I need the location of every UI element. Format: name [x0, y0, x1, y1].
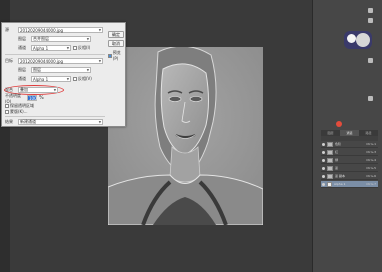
sticker-badge [356, 33, 370, 47]
panel-icon[interactable] [368, 18, 373, 23]
channel-thumbnail [327, 141, 333, 147]
apply-image-dialog[interactable]: 源 20120209044000.jpg ▼ 图层 合并图层 ▼ 通道 Alph… [1, 22, 126, 127]
sticker-face [347, 34, 356, 43]
channel-shortcut: Ctrl+3 [366, 150, 376, 154]
eye-icon[interactable] [322, 142, 325, 146]
layer2-row: 图层 图层 ▼ [18, 67, 91, 73]
channel2-row: 通道 Alpha 1 ▼ 反相(V) [18, 76, 92, 82]
eye-icon[interactable] [322, 150, 325, 154]
channel1-row: 通道 Alpha 1 ▼ 反相(I) [18, 45, 90, 51]
opacity-unit: % [39, 95, 44, 101]
ok-button[interactable]: 确定 [108, 31, 124, 38]
channel1-value: Alpha 1 [33, 45, 49, 51]
checkbox-box [5, 110, 9, 114]
target-select[interactable]: 20120209044000.jpg ▼ [18, 58, 103, 64]
channel-thumbnail [327, 149, 333, 155]
checkbox-box [5, 104, 9, 108]
chevron-down-icon: ▼ [86, 68, 89, 72]
panel-icon[interactable] [368, 58, 373, 63]
channel-row[interactable]: 红 Ctrl+3 [321, 149, 378, 156]
channel-row[interactable]: Alpha 1 Ctrl+7 [321, 181, 378, 188]
channel-shortcut: Ctrl+1 [366, 142, 376, 146]
record-icon [336, 121, 342, 127]
invert2-checkbox[interactable]: 反相(V) [73, 76, 92, 82]
chevron-down-icon: ▼ [66, 77, 69, 81]
opacity-input[interactable]: 100 [27, 95, 37, 101]
divider [5, 54, 105, 55]
invert2-label: 反相(V) [78, 76, 92, 81]
layer1-label: 图层 [18, 36, 26, 41]
result-select[interactable]: 新建通道 ▼ [18, 119, 103, 125]
channel-thumbnail [327, 165, 333, 171]
target-value: 20120209044000.jpg [20, 58, 64, 64]
channel-shortcut: Ctrl+7 [366, 182, 376, 186]
eye-icon[interactable] [322, 182, 325, 186]
target-label: 目标 [5, 58, 13, 63]
mask-label: 蒙版(K)... [10, 109, 28, 114]
panel-icon[interactable] [368, 96, 373, 101]
channel-name: 色阶 [335, 142, 342, 146]
portrait-image [108, 47, 263, 225]
result-row: 结果 新建通道 ▼ [5, 119, 103, 125]
layer2-select[interactable]: 图层 ▼ [31, 67, 91, 73]
channel-shortcut: Ctrl+4 [366, 158, 376, 162]
channel-name: 绿 [335, 158, 339, 162]
opacity-row: 不透明度(O) 100 % [5, 92, 44, 104]
invert1-checkbox[interactable]: 反相(I) [73, 45, 90, 51]
channel-thumbnail [327, 173, 333, 179]
chevron-down-icon: ▼ [66, 46, 69, 50]
chevron-down-icon: ▼ [98, 120, 101, 124]
eye-icon[interactable] [322, 174, 325, 178]
preview-label: 预览(P) [112, 50, 121, 61]
checkbox-box [73, 77, 77, 81]
channel-name: 红 [335, 150, 339, 154]
layer2-label: 图层 [18, 67, 26, 72]
chevron-down-icon: ▼ [53, 88, 56, 92]
checkbox-box [73, 46, 77, 50]
channel-shortcut: Ctrl+5 [366, 166, 376, 170]
result-label: 结果 [5, 119, 13, 124]
channel-shortcut: Ctrl+6 [366, 174, 376, 178]
chevron-down-icon: ▼ [86, 37, 89, 41]
target-row: 目标 20120209044000.jpg ▼ [5, 58, 103, 64]
source-select[interactable]: 20120209044000.jpg ▼ [18, 27, 103, 33]
panel-icon[interactable] [368, 8, 373, 13]
layer1-select[interactable]: 合并图层 ▼ [31, 36, 91, 42]
channel-thumbnail [327, 157, 333, 163]
mask-row: 蒙版(K)... [5, 109, 28, 115]
cancel-button[interactable]: 取消 [108, 40, 124, 47]
eye-icon[interactable] [322, 166, 325, 170]
channel2-select[interactable]: Alpha 1 ▼ [31, 76, 71, 82]
checkbox-box [108, 53, 112, 58]
mask-checkbox[interactable]: 蒙版(K)... [5, 109, 28, 115]
source-label: 源 [5, 27, 9, 32]
source-row: 源 20120209044000.jpg ▼ [5, 27, 103, 33]
channel-name: 蓝 副本 [335, 174, 345, 178]
invert1-label: 反相(I) [78, 45, 91, 50]
layer1-row: 图层 合并图层 ▼ [18, 36, 91, 42]
chevron-down-icon: ▼ [98, 59, 101, 63]
eye-icon[interactable] [322, 158, 325, 162]
channel1-select[interactable]: Alpha 1 ▼ [31, 45, 71, 51]
channel-name: Alpha 1 [334, 182, 346, 186]
channel2-value: Alpha 1 [33, 76, 49, 82]
chevron-down-icon: ▼ [98, 28, 101, 32]
canvas-photo[interactable] [108, 47, 263, 225]
channel-row[interactable]: 色阶 Ctrl+1 [321, 141, 378, 148]
channel-thumbnail [327, 181, 332, 187]
channel-row[interactable]: 蓝 副本 Ctrl+6 [321, 173, 378, 180]
channel1-label: 通道 [18, 45, 26, 50]
channel-name: 蓝 [335, 166, 339, 170]
divider [5, 116, 105, 117]
source-value: 20120209044000.jpg [20, 27, 64, 33]
layer2-value: 图层 [33, 67, 41, 72]
channel-row[interactable]: 蓝 Ctrl+5 [321, 165, 378, 172]
opacity-label: 不透明度(O) [5, 92, 21, 104]
channel2-label: 通道 [18, 76, 26, 81]
channel-row[interactable]: 绿 Ctrl+4 [321, 157, 378, 164]
opacity-value: 100 [29, 95, 37, 101]
layer1-value: 合并图层 [33, 36, 49, 41]
preview-checkbox[interactable]: 预览(P) [108, 50, 125, 61]
result-value: 新建通道 [20, 119, 36, 124]
